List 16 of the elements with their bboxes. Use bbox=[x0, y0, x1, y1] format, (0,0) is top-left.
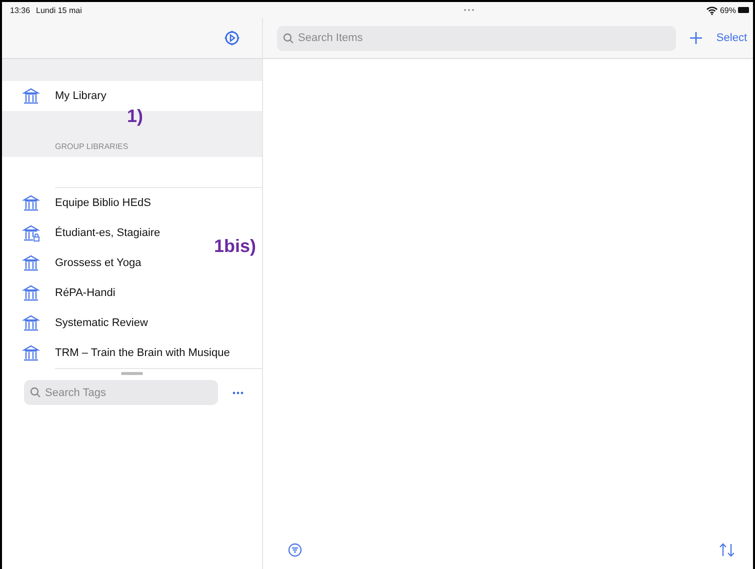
more-icon[interactable] bbox=[232, 390, 244, 394]
library-building-icon bbox=[22, 87, 40, 105]
battery-percent: 69% bbox=[720, 6, 736, 14]
status-date: Lundi 15 mai bbox=[36, 6, 82, 14]
sort-icon[interactable] bbox=[719, 543, 735, 557]
status-time: 13:36 bbox=[10, 6, 30, 14]
wifi-icon bbox=[706, 6, 718, 14]
item-search-field[interactable]: Search Items bbox=[277, 26, 676, 50]
select-button[interactable]: Select bbox=[716, 32, 747, 44]
drag-handle[interactable] bbox=[121, 372, 143, 375]
filter-icon[interactable] bbox=[288, 543, 302, 557]
tag-search-field[interactable]: Search Tags bbox=[24, 380, 218, 405]
battery-icon bbox=[738, 7, 749, 13]
add-icon[interactable] bbox=[690, 32, 702, 44]
section-header: GROUP LIBRARIES bbox=[55, 142, 128, 151]
settings-icon[interactable] bbox=[224, 30, 240, 46]
